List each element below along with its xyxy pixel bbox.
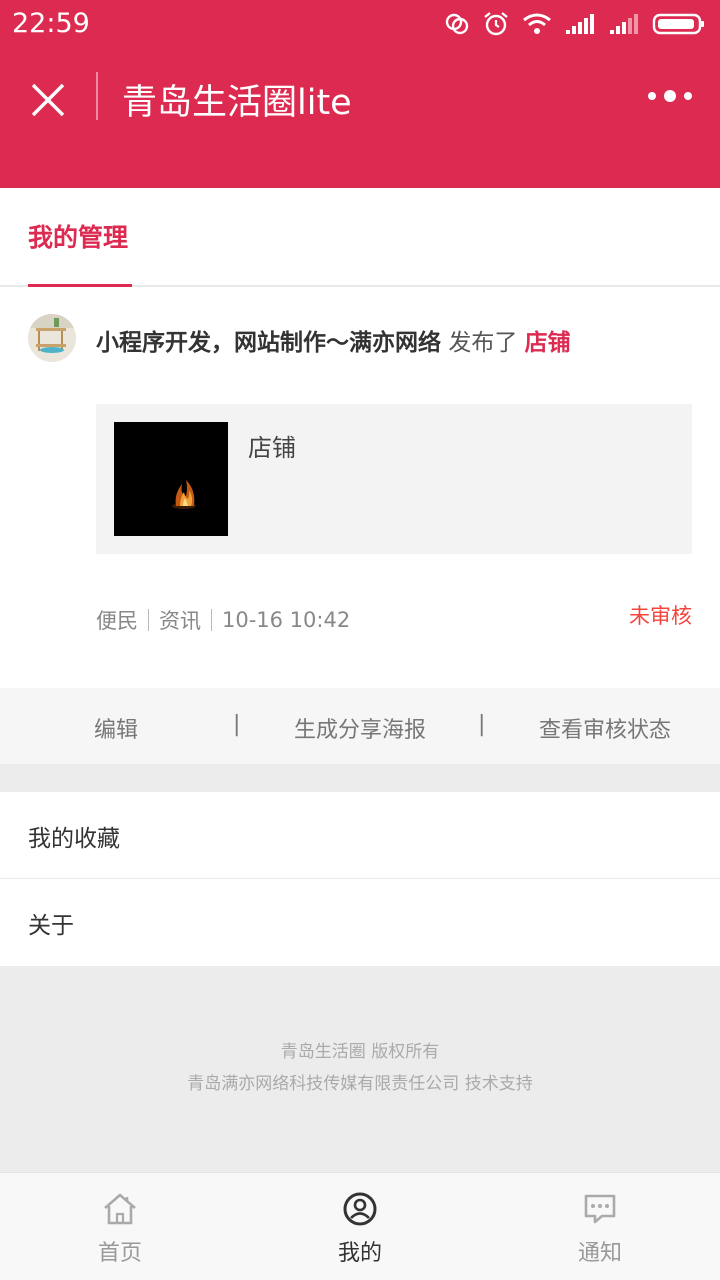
fire-image [114,422,228,536]
more-dot-icon [684,92,692,100]
action-divider: | [478,712,486,737]
menu-item-favorites[interactable]: 我的收藏 [0,792,720,879]
close-button[interactable] [24,76,72,124]
tab-mine-label: 我的 [337,1241,382,1266]
nav-bar: 青岛生活圈lite [0,60,720,136]
tab-home[interactable]: 首页 [0,1173,240,1280]
bottom-tab-bar: 首页 我的 通知 [0,1172,720,1280]
status-icons [444,8,706,40]
management-tab-bar: 我的管理 [0,188,720,286]
post-datetime: 10-16 10:42 [222,608,351,632]
page: 22:59 青岛生活圈lite 我的管理 小程序开发，网站制作～满亦网络 发布了… [0,0,720,1280]
post-actions: 编辑 | 生成分享海报 | 查看审核状态 [0,688,720,764]
post-verb: 发布了 [448,330,518,356]
signal-icon-2 [610,14,638,34]
link-icon [445,13,469,35]
post-meta: 便民 资讯 10-16 10:42 [96,605,350,635]
close-icon [31,83,65,117]
post-preview[interactable]: 店铺 [96,404,692,554]
status-time: 22:59 [12,8,90,39]
footer: 青岛生活圈 版权所有 青岛满亦网络科技传媒有限责任公司 技术支持 [0,1036,720,1100]
menu-list: 我的收藏 关于 [0,792,720,966]
nav-divider [96,72,98,120]
tab-my-management[interactable]: 我的管理 [28,218,128,254]
action-divider: | [233,712,241,737]
signal-icon [566,14,594,34]
home-icon [104,1193,136,1225]
footer-support: 青岛满亦网络科技传媒有限责任公司 技术支持 [187,1074,533,1094]
edit-button[interactable]: 编辑 [94,712,138,744]
review-status-badge: 未审核 [629,604,692,628]
alarm-icon [484,12,508,36]
footer-copyright: 青岛生活圈 版权所有 [280,1042,440,1062]
more-dot-icon [648,92,656,100]
meta-divider [148,609,149,631]
post-card: 小程序开发，网站制作～满亦网络 发布了 店铺 店铺 便民 资讯 10-16 10… [0,287,720,688]
more-button[interactable] [648,82,692,110]
tab-home-label: 首页 [97,1241,142,1266]
meta-divider [211,609,212,631]
post-section: 资讯 [159,609,201,633]
battery-icon [652,13,704,35]
post-type[interactable]: 店铺 [525,330,571,356]
post-headline: 小程序开发，网站制作～满亦网络 发布了 店铺 [96,323,571,357]
wifi-icon [523,13,551,34]
review-status-button[interactable]: 查看审核状态 [539,712,671,744]
post-author[interactable]: 小程序开发，网站制作～满亦网络 [96,330,441,356]
post-category: 便民 [96,609,138,633]
menu-item-about[interactable]: 关于 [0,879,720,966]
preview-title: 店铺 [248,434,296,462]
tab-mine[interactable]: 我的 [240,1173,480,1280]
avatar-image [28,314,76,362]
page-title: 青岛生活圈lite [122,83,352,123]
message-icon [584,1194,616,1224]
tab-notify[interactable]: 通知 [480,1173,720,1280]
tab-notify-label: 通知 [577,1241,622,1266]
share-poster-button[interactable]: 生成分享海报 [294,712,426,744]
user-icon [343,1192,377,1226]
more-dot-icon [664,90,676,102]
header-bar: 22:59 青岛生活圈lite [0,0,720,188]
post-thumbnail [114,422,228,536]
avatar[interactable] [28,314,76,362]
